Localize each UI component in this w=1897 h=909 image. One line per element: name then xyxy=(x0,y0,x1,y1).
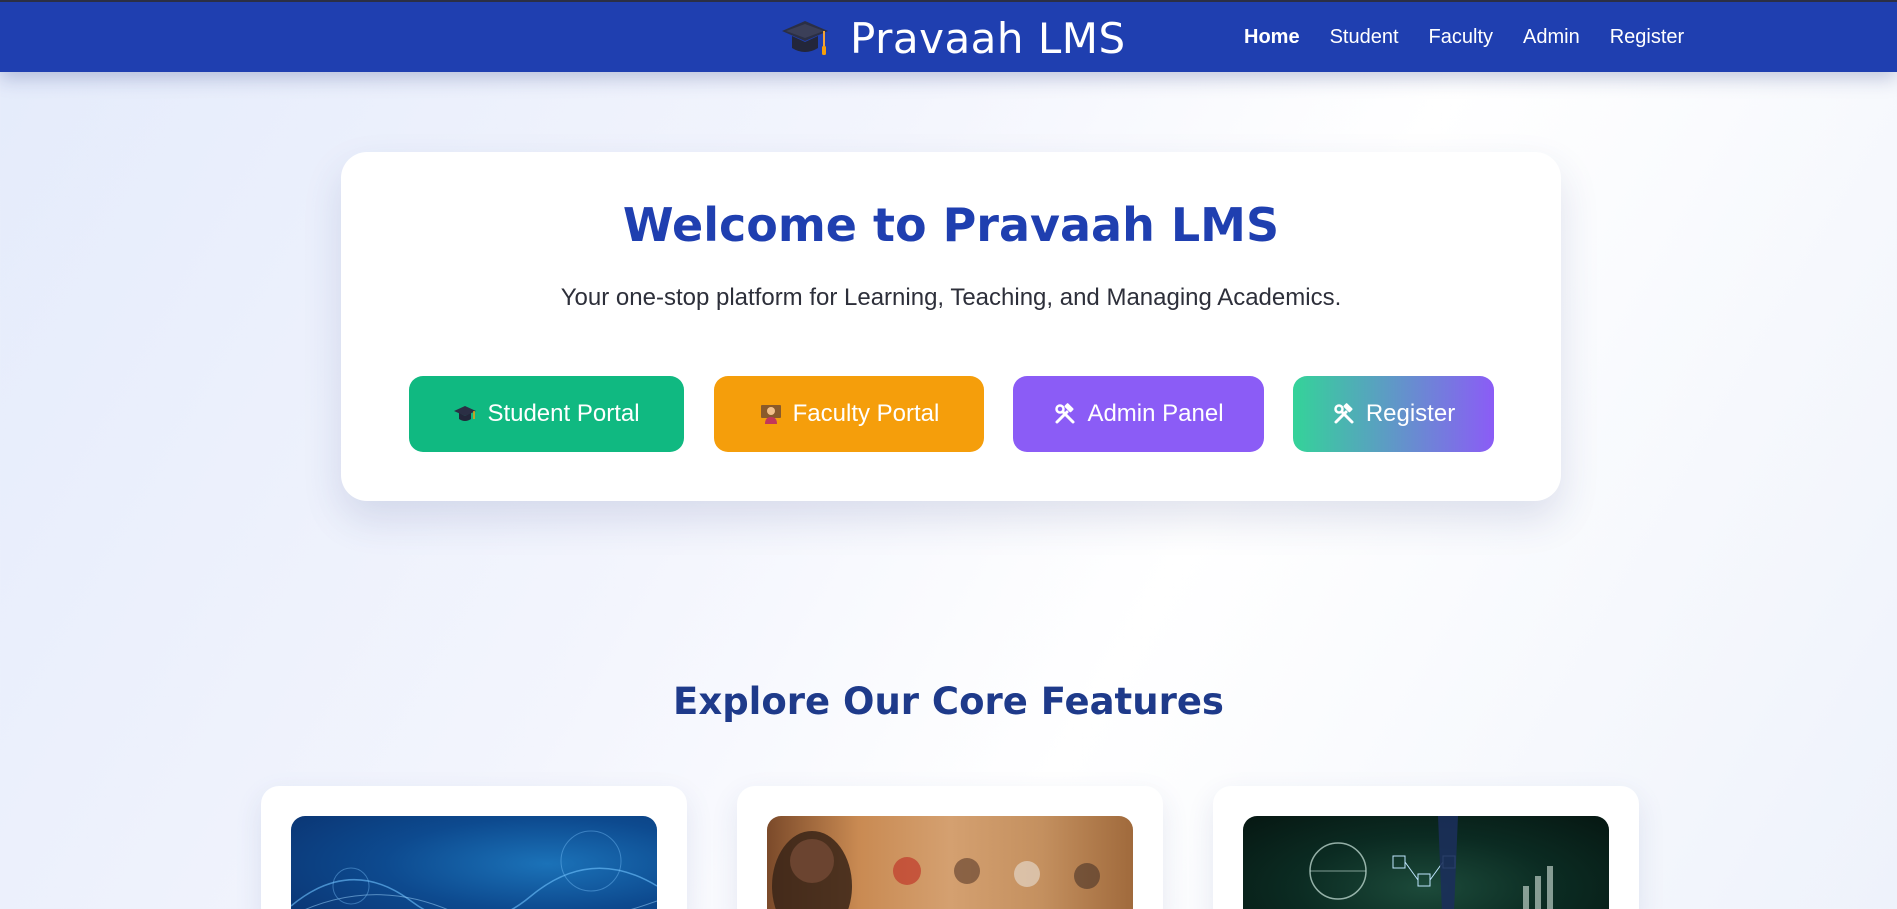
feature-card[interactable] xyxy=(737,786,1163,909)
nav-link-admin[interactable]: Admin xyxy=(1523,26,1580,49)
brand[interactable]: Pravaah LMS xyxy=(780,12,1126,64)
features-title: Explore Our Core Features xyxy=(673,680,1224,723)
nav-link-home[interactable]: Home xyxy=(1244,26,1300,49)
register-button[interactable]: Register xyxy=(1293,376,1494,452)
classroom-teacher-image xyxy=(767,816,1133,909)
admin-panel-button[interactable]: Admin Panel xyxy=(1013,376,1264,452)
register-label: Register xyxy=(1365,400,1456,427)
tools-icon xyxy=(1334,403,1354,424)
classroom-graphic xyxy=(772,831,1100,909)
hero-title: Welcome to Pravaah LMS xyxy=(622,198,1280,252)
technology-abstract-graphic xyxy=(291,830,657,909)
graduation-cap-icon xyxy=(454,406,477,421)
hero-subtitle: Your one-stop platform for Learning, Tea… xyxy=(560,284,1342,311)
admin-panel-label: Admin Panel xyxy=(1087,400,1224,427)
faculty-portal-button[interactable]: Faculty Portal xyxy=(714,376,984,452)
hero-card: Welcome to Pravaah LMS Your one-stop pla… xyxy=(341,152,1561,501)
top-navbar: Pravaah LMS Home Student Faculty Admin R… xyxy=(0,0,1897,72)
nav-link-faculty[interactable]: Faculty xyxy=(1429,26,1493,49)
brand-name: Pravaah LMS xyxy=(850,13,1126,63)
nav-link-student[interactable]: Student xyxy=(1330,26,1399,49)
feature-card[interactable] xyxy=(261,786,687,909)
tools-icon xyxy=(1055,403,1075,424)
student-portal-label: Student Portal xyxy=(487,400,640,427)
nav-link-register[interactable]: Register xyxy=(1610,26,1684,49)
feature-card[interactable] xyxy=(1213,786,1639,909)
nav-links: Home Student Faculty Admin Register xyxy=(1244,26,1684,49)
teacher-icon xyxy=(760,405,781,424)
business-network-image xyxy=(1243,816,1609,909)
faculty-portal-label: Faculty Portal xyxy=(792,400,940,427)
network-graphic xyxy=(1309,816,1553,909)
graduation-cap-icon xyxy=(782,21,828,55)
student-portal-button[interactable]: Student Portal xyxy=(409,376,684,452)
technology-abstract-image xyxy=(291,816,657,909)
